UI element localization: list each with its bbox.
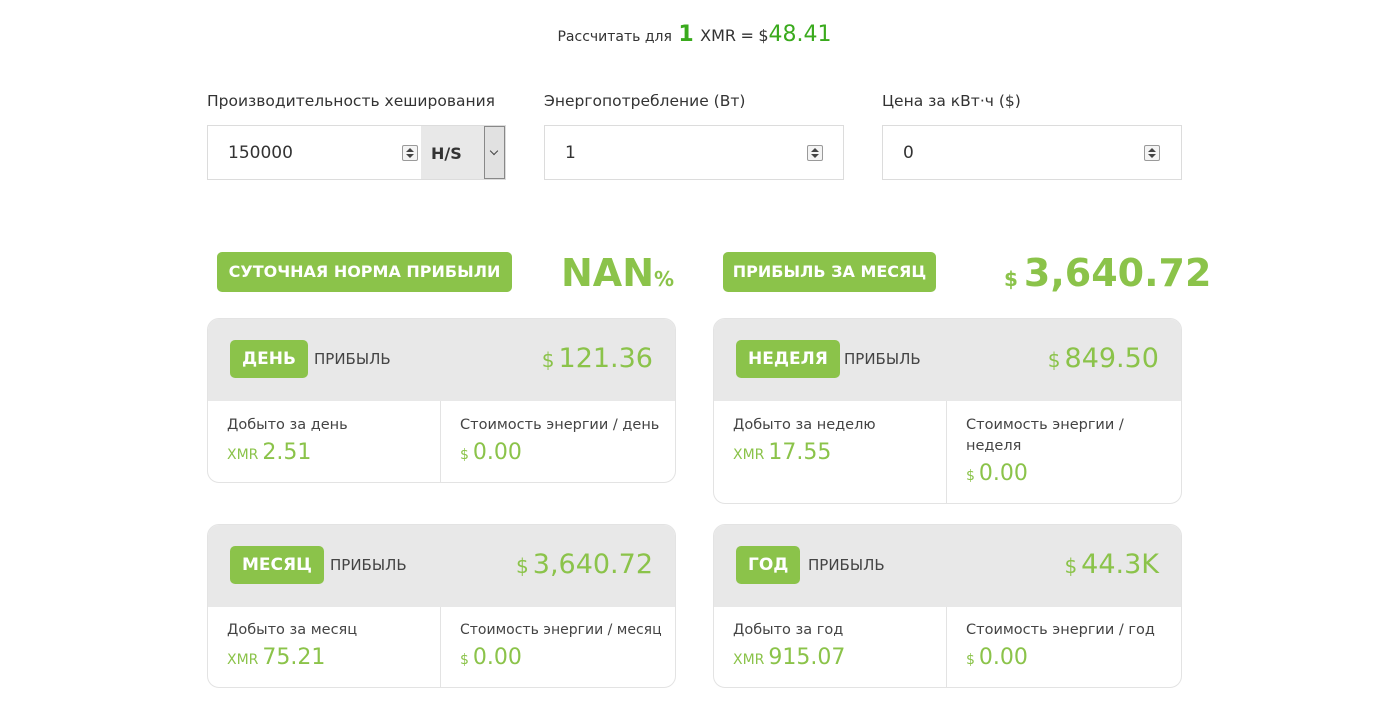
month-energy-value: 0.00	[472, 645, 522, 670]
coin-unit: XMR	[227, 652, 259, 668]
mined-label: Добыто за месяц	[227, 622, 358, 638]
divider	[946, 607, 947, 687]
rate-price: 48.41	[768, 22, 832, 47]
profit-label: ПРИБЫЛЬ	[314, 350, 391, 368]
year-energy: $0.00	[966, 645, 1028, 670]
energy-label: Стоимость энергии / месяц	[460, 622, 662, 638]
period-badge-year: ГОД	[736, 546, 801, 584]
coin-unit: XMR	[733, 447, 765, 463]
daily-rate-number: NAN	[561, 251, 655, 295]
day-energy: $0.00	[460, 440, 522, 465]
cost-spinner-icon[interactable]	[1144, 145, 1160, 161]
currency-symbol: $	[516, 554, 529, 578]
week-card: НЕДЕЛЯ ПРИБЫЛЬ $849.50 Добыто за неделю …	[713, 318, 1182, 504]
rate-currency: $	[758, 26, 769, 45]
rate-prefix: Рассчитать для	[557, 29, 672, 45]
mined-label: Добыто за год	[733, 622, 844, 638]
monthly-profit-currency: $	[1004, 267, 1018, 291]
profit-label: ПРИБЫЛЬ	[844, 350, 921, 368]
week-energy: $0.00	[966, 461, 1028, 486]
hashrate-input[interactable]: 150000	[207, 125, 422, 180]
coin-unit: XMR	[733, 652, 765, 668]
week-energy-value: 0.00	[978, 461, 1028, 486]
divider	[946, 401, 947, 503]
divider	[440, 607, 441, 687]
week-profit-value: 849.50	[1064, 343, 1159, 374]
currency-symbol: $	[966, 652, 975, 668]
currency-symbol: $	[1064, 554, 1078, 578]
hashrate-unit-value: H/S	[431, 144, 462, 163]
monthly-profit-value: $3,640.72	[1004, 251, 1211, 295]
hashrate-unit-select[interactable]: H/S	[421, 125, 506, 180]
day-mined-value: 2.51	[262, 440, 312, 465]
energy-label: Стоимость энергии / неделя	[966, 417, 1124, 454]
power-label: Энергопотребление (Вт)	[544, 92, 746, 110]
month-energy: $0.00	[460, 645, 522, 670]
period-badge-week: НЕДЕЛЯ	[736, 340, 840, 378]
power-spinner-icon[interactable]	[807, 145, 823, 161]
mined-label: Добыто за неделю	[733, 417, 876, 433]
monthly-profit-number: 3,640.72	[1023, 251, 1212, 295]
monthly-profit-badge: ПРИБЫЛЬ ЗА МЕСЯЦ	[723, 252, 936, 292]
rate-coin: XMR	[700, 26, 737, 45]
currency-symbol: $	[966, 468, 975, 484]
day-mined: XMR 2.51	[227, 440, 311, 465]
divider	[440, 401, 441, 482]
currency-symbol: $	[1047, 348, 1061, 372]
mined-label: Добыто за день	[227, 417, 348, 433]
year-energy-value: 0.00	[978, 645, 1028, 670]
day-profit: $121.36	[542, 343, 653, 374]
year-profit: $44.3K	[1064, 549, 1159, 580]
year-mined: XMR 915.07	[733, 645, 845, 670]
energy-label: Стоимость энергии / день	[460, 417, 660, 433]
rate-equals: =	[740, 26, 754, 45]
coin-unit: XMR	[227, 447, 259, 463]
hashrate-label: Производительность хеширования	[207, 92, 495, 110]
year-mined-value: 915.07	[768, 645, 846, 670]
energy-label: Стоимость энергии / год	[966, 622, 1155, 638]
year-card: ГОД ПРИБЫЛЬ $44.3K Добыто за год XMR 915.…	[713, 524, 1182, 688]
profit-label: ПРИБЫЛЬ	[808, 556, 885, 574]
power-value: 1	[565, 143, 576, 163]
hashrate-value: 150000	[228, 143, 293, 163]
week-profit: $849.50	[1048, 343, 1159, 374]
chevron-down-icon[interactable]	[484, 126, 505, 179]
day-profit-value: 121.36	[558, 343, 653, 374]
currency-symbol: $	[460, 447, 469, 463]
period-badge-day: ДЕНЬ	[230, 340, 308, 378]
month-profit: $3,640.72	[516, 549, 653, 580]
cost-input[interactable]: 0	[882, 125, 1182, 180]
month-mined: XMR 75.21	[227, 645, 325, 670]
week-mined: XMR 17.55	[733, 440, 831, 465]
daily-rate-unit: %	[654, 267, 675, 291]
currency-symbol: $	[460, 652, 469, 668]
cost-value: 0	[903, 143, 914, 163]
month-profit-value: 3,640.72	[532, 549, 653, 580]
day-energy-value: 0.00	[472, 440, 522, 465]
month-mined-value: 75.21	[262, 645, 326, 670]
profit-label: ПРИБЫЛЬ	[330, 556, 407, 574]
cost-label: Цена за кВт·ч ($)	[882, 92, 1021, 110]
power-input[interactable]: 1	[544, 125, 844, 180]
month-card: МЕСЯЦ ПРИБЫЛЬ $3,640.72 Добыто за месяц …	[207, 524, 676, 688]
rate-line: Рассчитать для 1 XMR = $48.41	[0, 22, 1389, 47]
rate-amount: 1	[678, 22, 694, 47]
day-card: ДЕНЬ ПРИБЫЛЬ $121.36 Добыто за день XMR 2…	[207, 318, 676, 483]
currency-symbol: $	[541, 348, 555, 372]
period-badge-month: МЕСЯЦ	[230, 546, 324, 584]
daily-rate-value: NAN%	[561, 251, 674, 295]
hashrate-spinner-icon[interactable]	[402, 145, 418, 161]
week-mined-value: 17.55	[768, 440, 832, 465]
daily-rate-badge: СУТОЧНАЯ НОРМА ПРИБЫЛИ	[217, 252, 512, 292]
year-profit-value: 44.3K	[1081, 549, 1159, 580]
